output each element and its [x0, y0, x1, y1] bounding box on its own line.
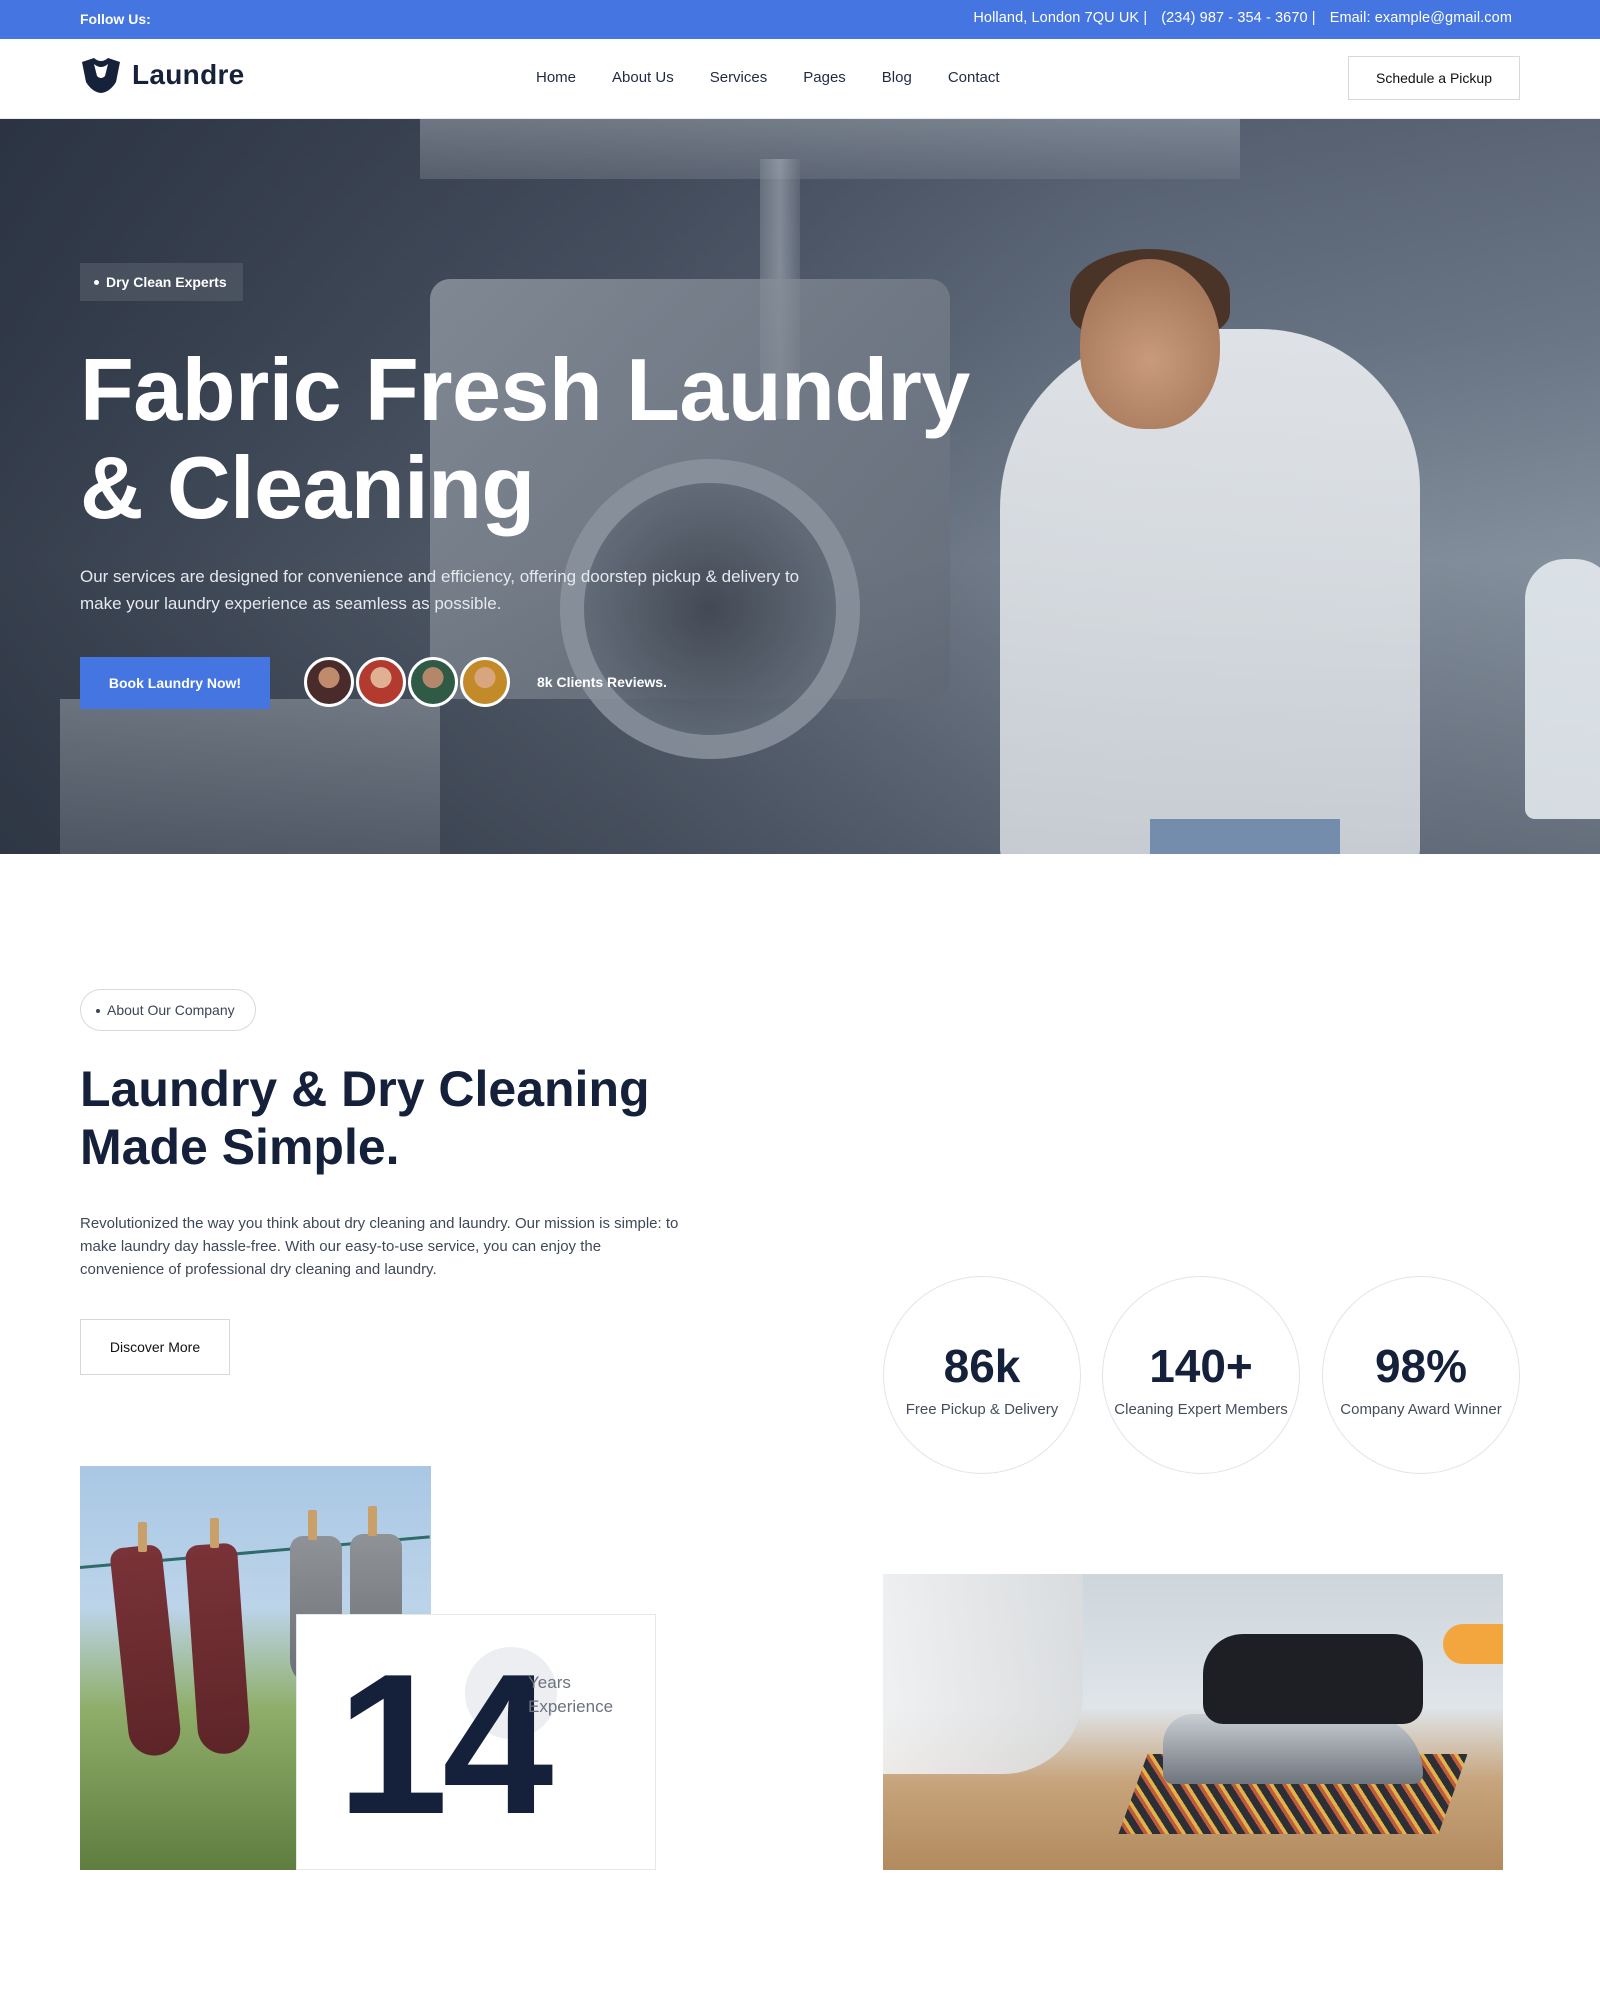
site-header: Laundre Home About Us Services Pages Blo… — [0, 39, 1600, 119]
hero-description: Our services are designed for convenienc… — [80, 567, 800, 613]
stat-label: Cleaning Expert Members — [1114, 1401, 1288, 1418]
nav-pages[interactable]: Pages — [803, 69, 846, 86]
nav-blog[interactable]: Blog — [882, 69, 912, 86]
contact-info: Holland, London 7QU UK | (234) 987 - 354… — [973, 10, 1512, 26]
reviews-count: 8k Clients Reviews. — [537, 674, 667, 690]
about-title-line1: Laundry & Dry Cleaning — [80, 1061, 650, 1117]
hero-section: Dry Clean Experts Fabric Fresh Laundry &… — [0, 119, 1600, 854]
stat-value: 86k — [943, 1340, 1021, 1392]
nav-contact[interactable]: Contact — [948, 69, 1000, 86]
experience-box: 14 Years Experience — [296, 1614, 656, 1870]
hero-title-line1: Fabric Fresh Laundry — [80, 340, 970, 439]
hero-title-line2: & Cleaning — [80, 438, 535, 537]
hero-person-jeans — [1150, 819, 1340, 854]
stat-experts: 140+ Cleaning Expert Members — [1102, 1276, 1300, 1474]
schedule-pickup-button[interactable]: Schedule a Pickup — [1348, 56, 1520, 100]
shirt-logo-icon — [82, 58, 120, 93]
phone-link[interactable]: (234) 987 - 354 - 3670 | — [1161, 10, 1316, 26]
about-title-line2: Made Simple. — [80, 1119, 400, 1175]
hero-bg-worker — [1525, 559, 1600, 819]
client-avatars — [304, 657, 512, 707]
main-nav: Home About Us Services Pages Blog Contac… — [536, 69, 1000, 86]
about-title: Laundry & Dry Cleaning Made Simple. — [80, 1060, 720, 1176]
discover-more-button[interactable]: Discover More — [80, 1319, 230, 1375]
avatar — [408, 657, 458, 707]
logo[interactable]: Laundre — [80, 56, 245, 94]
nav-about-us[interactable]: About Us — [612, 69, 674, 86]
nav-home[interactable]: Home — [536, 69, 576, 86]
stat-label: Free Pickup & Delivery — [905, 1401, 1059, 1418]
experience-label: Years Experience — [528, 1673, 614, 1716]
about-description: Revolutionized the way you think about d… — [80, 1215, 679, 1278]
hero-title: Fabric Fresh Laundry & Cleaning — [80, 341, 1080, 537]
experience-number: 14 — [337, 1633, 553, 1856]
top-bar: Follow Us: Holland, London 7QU UK | (234… — [0, 0, 1600, 39]
hero-bg-machine — [60, 699, 440, 854]
hero-bg-pipe — [420, 119, 1240, 179]
stat-label: Company Award Winner — [1340, 1401, 1502, 1418]
avatar — [304, 657, 354, 707]
follow-us-label: Follow Us: — [80, 11, 151, 27]
nav-services[interactable]: Services — [710, 69, 768, 86]
book-laundry-button[interactable]: Book Laundry Now! — [80, 657, 270, 709]
logo-text: Laundre — [132, 59, 245, 90]
hero-badge: Dry Clean Experts — [80, 263, 243, 301]
stat-value: 140+ — [1149, 1340, 1253, 1392]
stat-value: 98% — [1374, 1340, 1468, 1392]
avatar — [460, 657, 510, 707]
email-link[interactable]: Email: example@gmail.com — [1330, 10, 1512, 26]
stat-award: 98% Company Award Winner — [1322, 1276, 1520, 1474]
hero-person-head — [1080, 259, 1220, 429]
address-text: Holland, London 7QU UK | — [973, 10, 1148, 26]
about-pill: About Our Company — [80, 989, 256, 1031]
iron-image — [883, 1574, 1503, 1870]
stat-pickup: 86k Free Pickup & Delivery — [883, 1276, 1081, 1474]
avatar — [356, 657, 406, 707]
